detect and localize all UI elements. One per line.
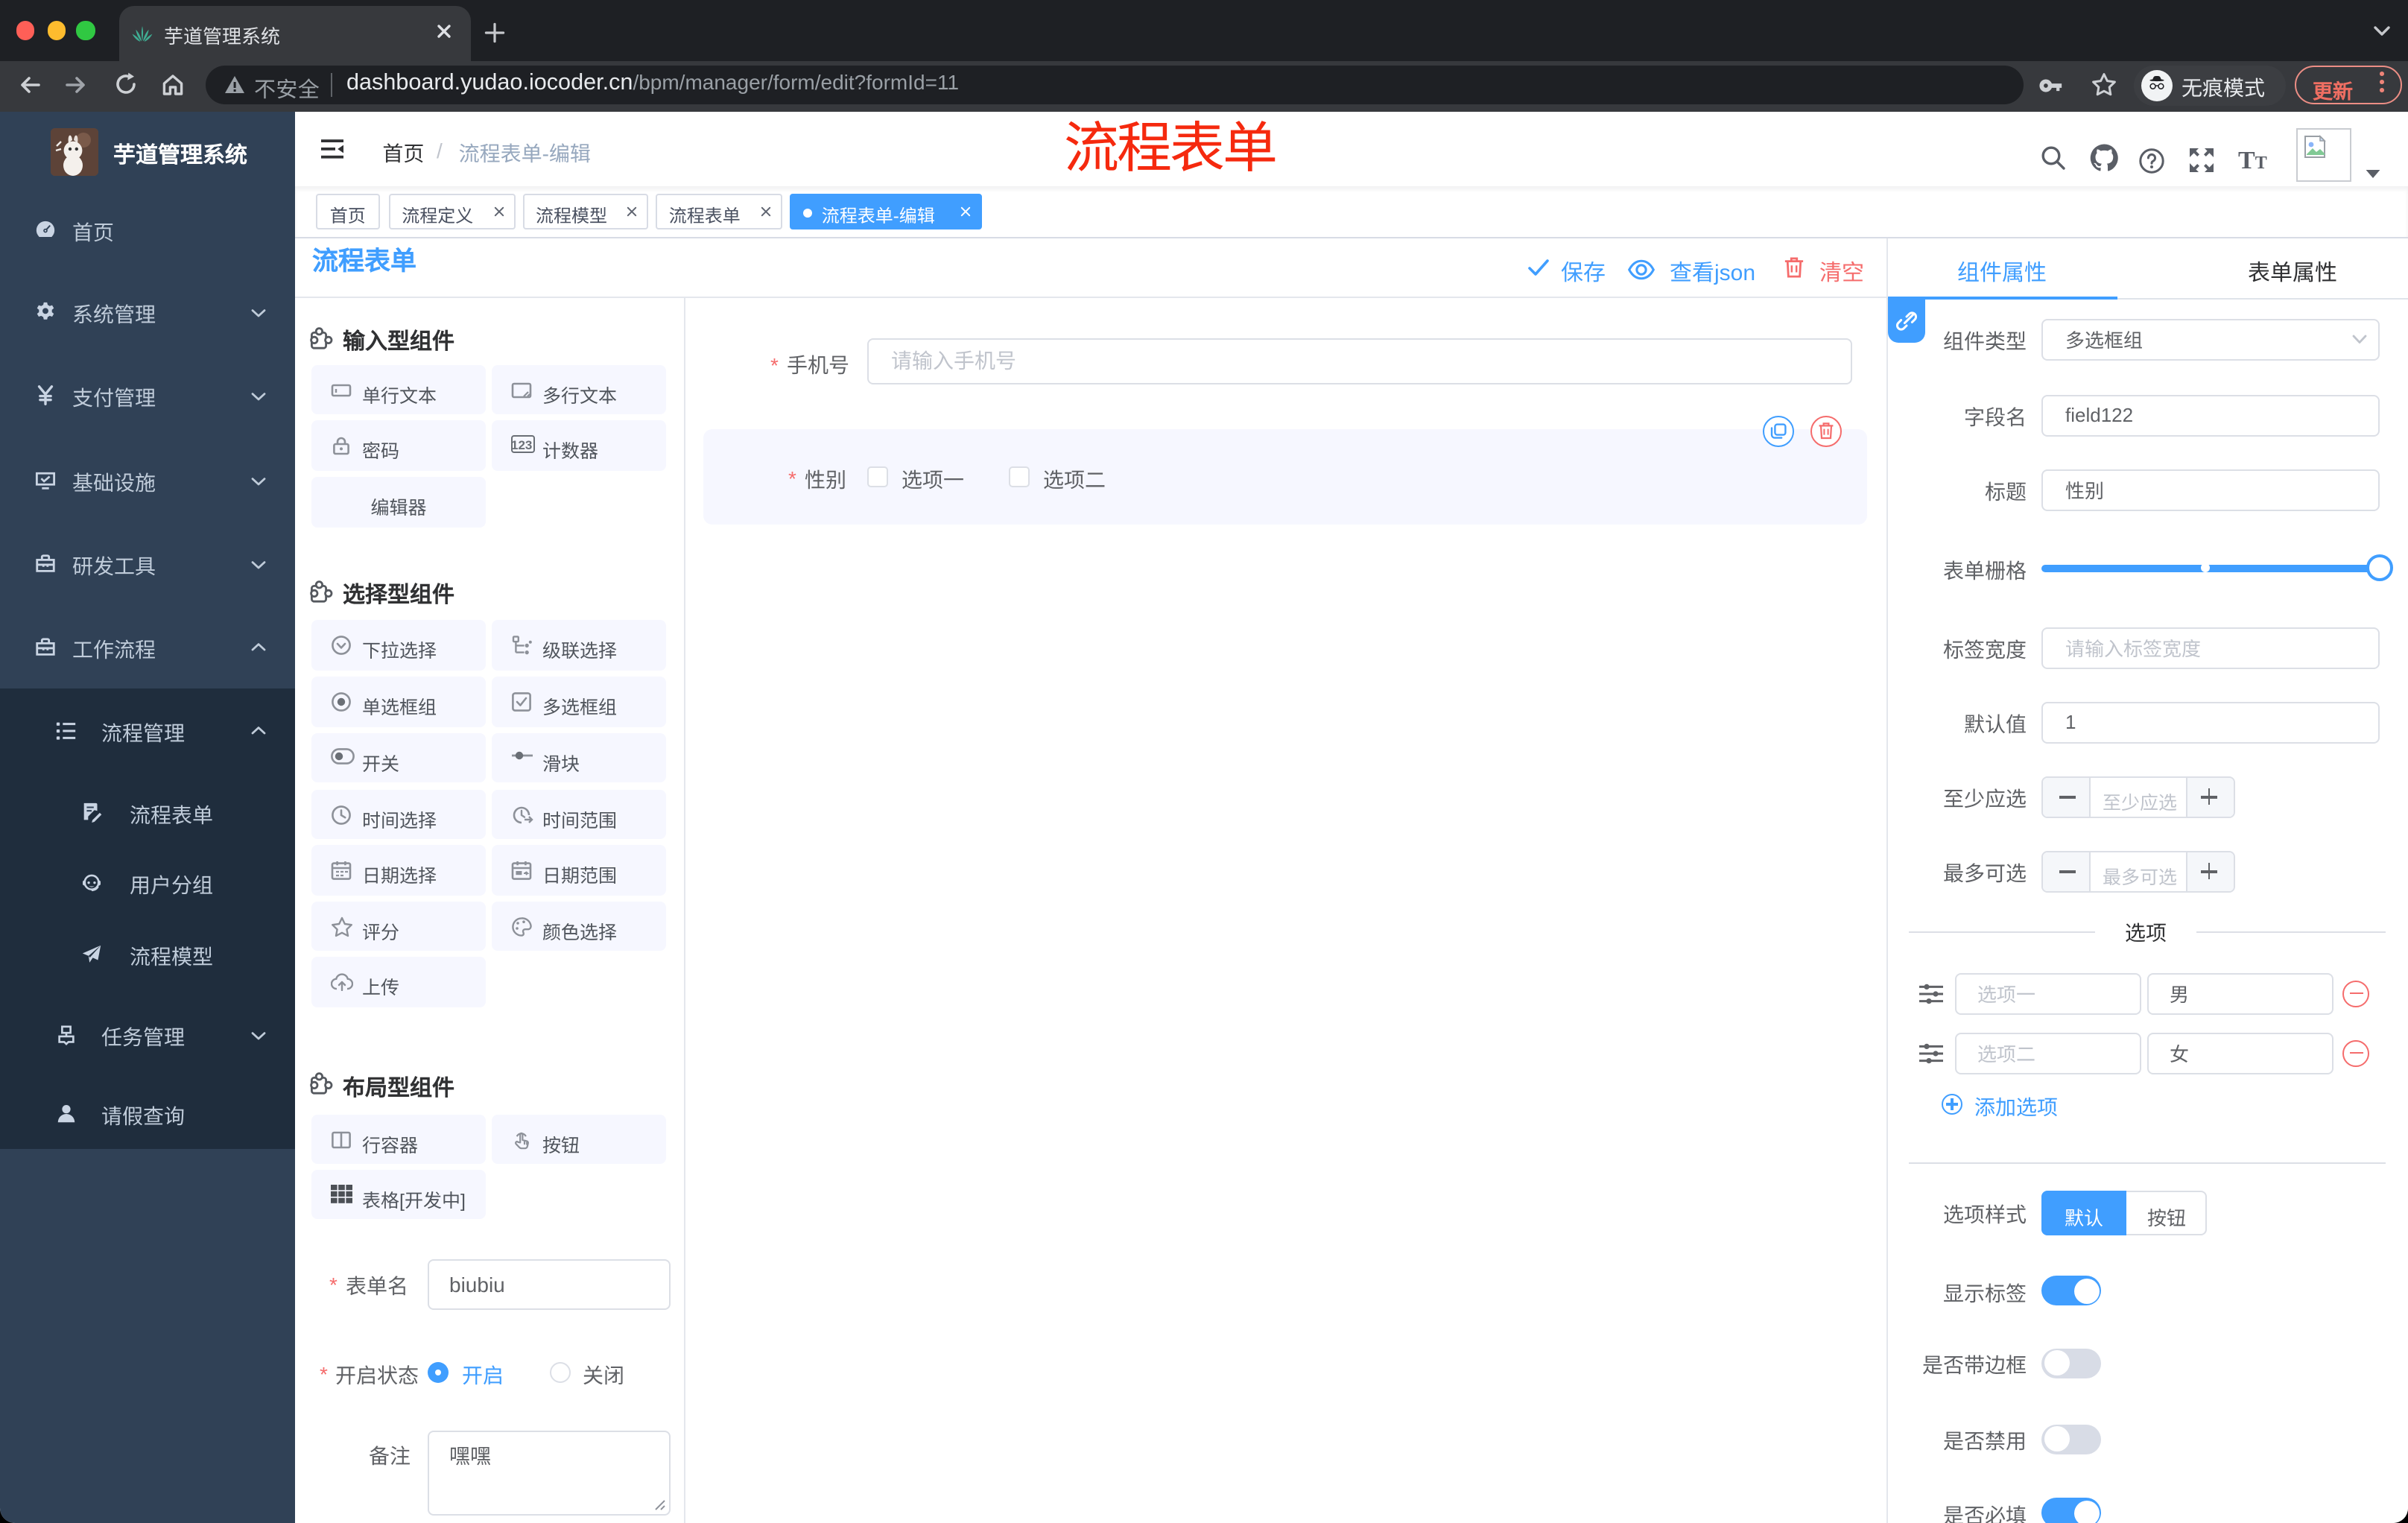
svg-text:123: 123	[511, 438, 532, 452]
